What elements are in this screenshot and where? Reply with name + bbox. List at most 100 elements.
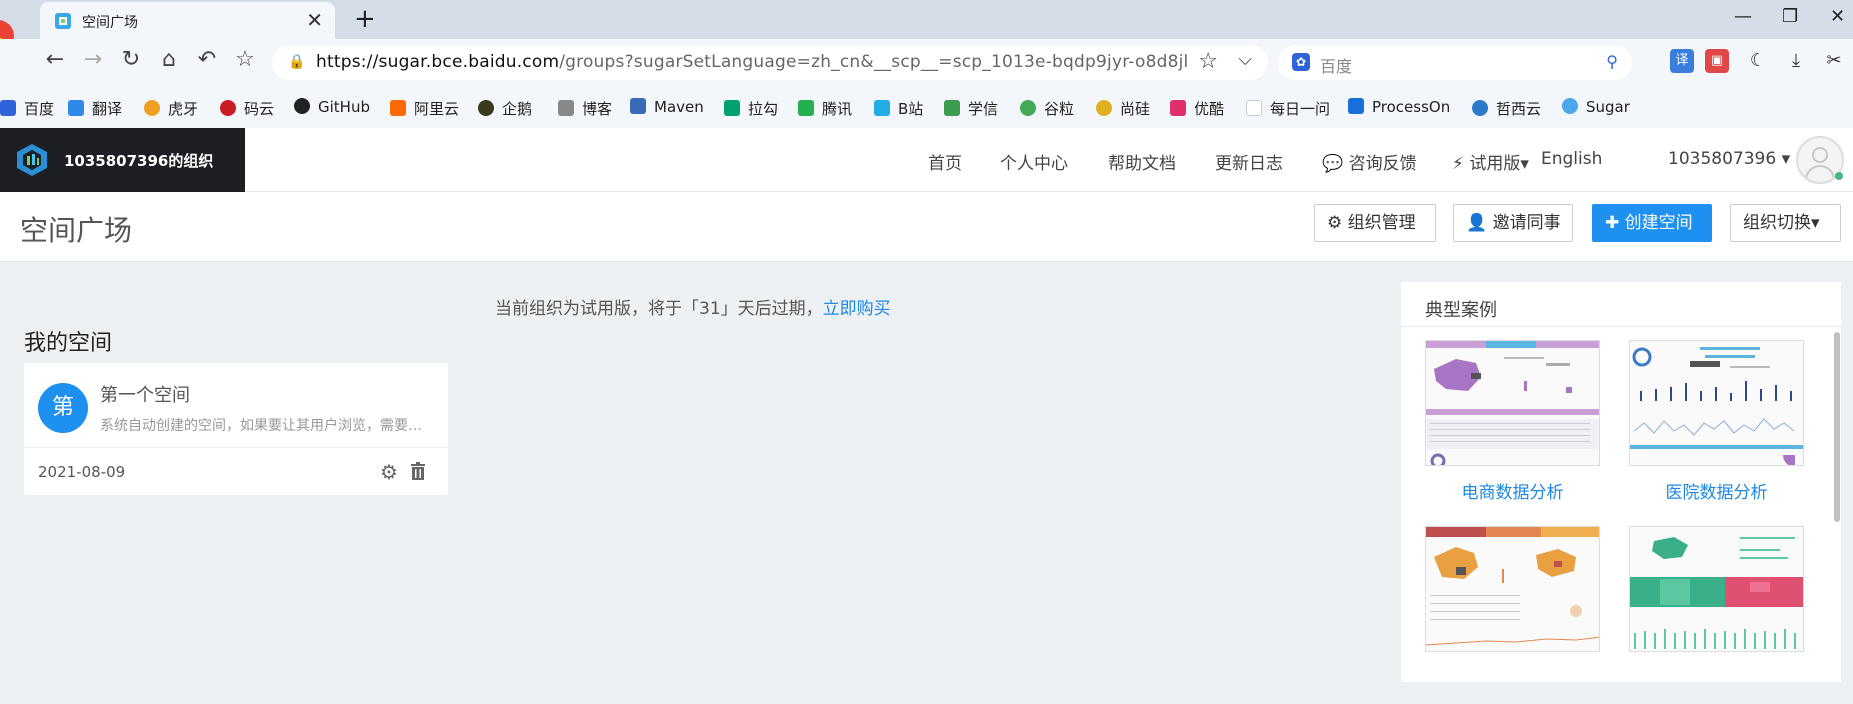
search-icon[interactable]: ⚲ (1606, 52, 1618, 71)
search-box[interactable]: ✿ 百度 ⚲ (1278, 45, 1632, 80)
reload-icon[interactable]: ↻ (116, 47, 146, 72)
pdf-icon[interactable]: ▣ (1705, 49, 1729, 73)
bookmark-item[interactable]: 企鹅 (478, 98, 532, 119)
bookmark-favicon-icon (144, 100, 160, 116)
bookmark-favicon-icon (478, 100, 494, 116)
trial-notice: 当前组织为试用版，将于「31」天后过期，立即购买 (495, 294, 891, 319)
tab-close-icon[interactable]: ✕ (306, 8, 323, 32)
app-header: 1035807396的组织 首页 个人中心 帮助文档 更新日志 💬 咨询反馈 ⚡… (0, 128, 1853, 192)
switch-org-button[interactable]: 组织切换▾ (1730, 204, 1841, 242)
bookmark-favicon-icon (558, 100, 574, 116)
typical-cases-panel: 典型案例 电商数据分析 医院数据分析 (1401, 282, 1841, 682)
bookmark-item[interactable]: ProcessOn (1348, 98, 1450, 116)
bookmark-item[interactable]: Sugar (1562, 98, 1630, 116)
address-url[interactable]: https://sugar.bce.baidu.com/groups?sugar… (316, 52, 1188, 72)
window-restore-button[interactable]: ❐ (1782, 6, 1798, 27)
bookmark-item[interactable]: B站 (874, 98, 923, 119)
chevron-down-icon[interactable]: ⌵ (1238, 49, 1252, 70)
browser-tab-active[interactable]: 空间广场 ✕ (40, 2, 335, 39)
nav-language-english[interactable]: English (1541, 149, 1602, 169)
case-label-ecommerce[interactable]: 电商数据分析 (1425, 478, 1600, 503)
gear-icon[interactable]: ⚙ (380, 460, 398, 484)
nav-home[interactable]: 首页 (928, 149, 962, 174)
bilibili-icon (874, 100, 890, 116)
bookmark-favicon-icon (1096, 100, 1112, 116)
bookmark-item[interactable]: 优酷 (1170, 98, 1224, 119)
lock-icon: 🔒 (288, 54, 306, 70)
nav-user-dropdown[interactable]: 1035807396 ▾ (1668, 149, 1790, 169)
bookmark-item[interactable]: 阿里云 (390, 98, 459, 119)
case-label-hospital[interactable]: 医院数据分析 (1629, 478, 1804, 503)
space-date: 2021-08-09 (38, 463, 126, 481)
case-thumbnail-3[interactable] (1425, 526, 1600, 652)
divider (24, 447, 448, 448)
tab-title: 空间广场 (82, 15, 138, 31)
nav-trial-dropdown[interactable]: ⚡ 试用版▾ (1452, 149, 1529, 174)
case-thumbnail-hospital[interactable] (1629, 340, 1804, 466)
search-placeholder[interactable]: 百度 (1320, 53, 1352, 77)
trash-icon[interactable] (410, 462, 426, 480)
bookmark-item[interactable]: 哲西云 (1472, 98, 1541, 119)
window-minimize-button[interactable]: — (1734, 6, 1752, 27)
bookmark-item[interactable]: Maven (630, 98, 704, 116)
bookmark-favicon-icon (390, 100, 406, 116)
bookmark-favicon-icon (1020, 100, 1036, 116)
dark-mode-icon[interactable]: ☾ (1746, 49, 1770, 73)
space-avatar: 第 (38, 383, 88, 433)
bookmark-item[interactable]: 翻译 (68, 98, 122, 119)
download-icon[interactable]: ⤓ (1784, 49, 1808, 73)
bookmark-favicon-icon (1348, 98, 1364, 114)
bookmark-item[interactable]: 拉勾 (724, 98, 778, 119)
avatar-body-icon (1805, 165, 1835, 182)
bookmark-star-icon[interactable]: ☆ (230, 47, 260, 72)
bookmark-favicon-icon (798, 100, 814, 116)
scissors-icon[interactable]: ✂ (1822, 49, 1846, 73)
back-icon[interactable]: ← (40, 47, 70, 72)
window-close-button[interactable]: ✕ (1830, 6, 1845, 27)
baidu-paw-icon: ✿ (1292, 53, 1310, 71)
new-tab-button[interactable]: + (354, 4, 376, 34)
bookmark-item[interactable]: 虎牙 (144, 98, 198, 119)
sugar-favicon-icon (55, 13, 71, 29)
case-thumbnail-4[interactable] (1629, 526, 1804, 652)
bookmark-item[interactable]: 腾讯 (798, 98, 852, 119)
forward-icon[interactable]: → (78, 47, 108, 72)
bookmark-item[interactable]: GitHub (294, 98, 370, 116)
home-icon[interactable]: ⌂ (154, 47, 184, 72)
bookmark-page-icon[interactable]: ☆ (1198, 49, 1218, 74)
translate-icon[interactable]: 译 (1670, 49, 1694, 73)
undo-close-icon[interactable]: ↶ (192, 47, 222, 72)
org-block[interactable]: 1035807396的组织 (0, 128, 245, 192)
nav-feedback[interactable]: 💬 咨询反馈 (1322, 149, 1417, 174)
bookmark-favicon-icon (1562, 98, 1578, 114)
bookmark-favicon-icon (1472, 100, 1488, 116)
nav-help-docs[interactable]: 帮助文档 (1108, 149, 1176, 174)
bookmark-item[interactable]: 每日一问 (1246, 98, 1330, 119)
space-description: 系统自动创建的空间，如果要让其用户浏览，需要添加成员 (100, 418, 432, 434)
bookmark-favicon-icon (220, 100, 236, 116)
bookmark-item[interactable]: 尚硅 (1096, 98, 1150, 119)
scrollbar[interactable] (1834, 332, 1840, 522)
address-bar[interactable]: 🔒 https://sugar.bce.baidu.com/groups?sug… (272, 45, 1268, 80)
space-name[interactable]: 第一个空间 (100, 381, 190, 407)
invite-colleague-button[interactable]: 👤 邀请同事 (1453, 204, 1573, 242)
case-thumbnail-ecommerce[interactable] (1425, 340, 1600, 466)
avatar-head-icon (1812, 147, 1828, 163)
github-icon (294, 98, 310, 114)
nav-personal-center[interactable]: 个人中心 (1000, 149, 1068, 174)
nav-changelog[interactable]: 更新日志 (1215, 149, 1283, 174)
divider (1401, 326, 1841, 327)
create-space-button[interactable]: ✚ 创建空间 (1592, 204, 1712, 242)
org-manage-button[interactable]: ⚙ 组织管理 (1314, 204, 1436, 242)
online-status-dot (1835, 172, 1843, 180)
space-card[interactable]: 第 第一个空间 系统自动创建的空间，如果要让其用户浏览，需要添加成员 2021-… (24, 363, 448, 495)
bookmark-favicon-icon (68, 100, 84, 116)
bookmark-item[interactable]: 码云 (220, 98, 274, 119)
page-title: 空间广场 (20, 214, 133, 247)
bookmark-item[interactable]: 博客 (558, 98, 612, 119)
bookmark-item[interactable]: 谷粒 (1020, 98, 1074, 119)
buy-now-link[interactable]: 立即购买 (823, 299, 891, 319)
bookmark-item[interactable]: 百度 (0, 98, 54, 119)
bookmark-item[interactable]: 学信 (944, 98, 998, 119)
browser-tabstrip: 空间广场 ✕ + — ❐ ✕ (0, 0, 1853, 52)
